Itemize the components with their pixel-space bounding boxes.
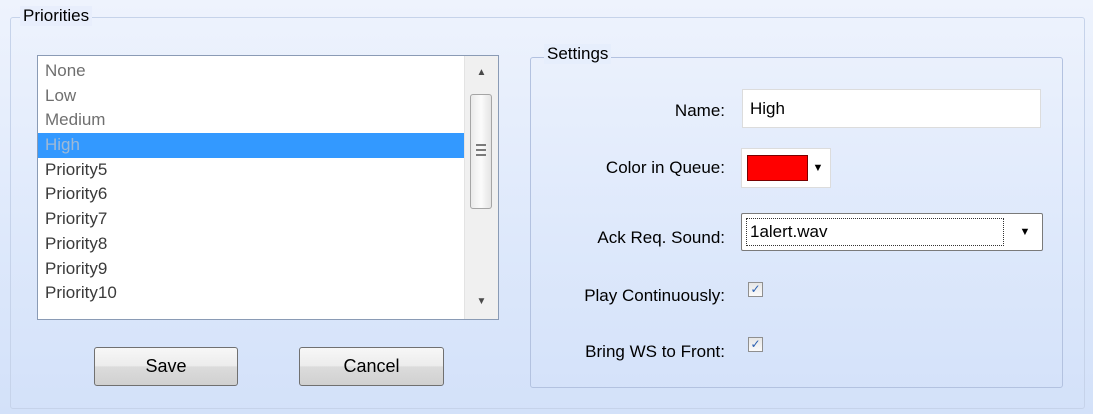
- bring-ws-to-front-checkbox[interactable]: ✓: [748, 337, 763, 352]
- chevron-down-icon[interactable]: ▼: [811, 149, 825, 187]
- list-item[interactable]: Priority9: [38, 257, 464, 282]
- cancel-button[interactable]: Cancel: [299, 347, 444, 386]
- priorities-window: Priorities None Low Medium High Priority5 Pri…: [0, 0, 1093, 414]
- scroll-down-icon[interactable]: ▼: [465, 287, 498, 317]
- check-icon: ✓: [750, 282, 761, 296]
- color-swatch: [747, 155, 808, 181]
- ack-req-sound-label: Ack Req. Sound:: [597, 228, 725, 247]
- scroll-thumb[interactable]: [470, 94, 492, 209]
- name-label: Name:: [674, 101, 725, 120]
- list-item[interactable]: High: [38, 133, 464, 158]
- color-picker[interactable]: ▼: [741, 148, 831, 188]
- list-item[interactable]: Low: [38, 84, 464, 109]
- priorities-group-title: Priorities: [20, 6, 93, 26]
- play-continuously-label: Play Continuously:: [584, 286, 725, 305]
- list-item[interactable]: Priority8: [38, 232, 464, 257]
- sound-dropdown[interactable]: 1alert.wav ▼: [741, 213, 1043, 251]
- list-item[interactable]: Priority5: [38, 158, 464, 183]
- list-item[interactable]: None: [38, 59, 464, 84]
- color-in-queue-label: Color in Queue:: [605, 158, 725, 177]
- save-button[interactable]: Save: [94, 347, 238, 386]
- grip-icon: [476, 144, 486, 158]
- sound-dropdown-value: 1alert.wav: [746, 218, 1004, 246]
- settings-group-title: Settings: [544, 44, 612, 64]
- list-item[interactable]: Priority10: [38, 281, 464, 306]
- scroll-up-icon[interactable]: ▲: [465, 58, 498, 88]
- list-item[interactable]: Medium: [38, 108, 464, 133]
- check-icon: ✓: [750, 337, 761, 351]
- list-scrollbar[interactable]: ▲ ▼: [464, 56, 498, 319]
- priority-listbox[interactable]: None Low Medium High Priority5 Priority6 Prior…: [37, 55, 499, 320]
- bring-ws-to-front-label: Bring WS to Front:: [585, 342, 725, 361]
- play-continuously-checkbox[interactable]: ✓: [748, 282, 763, 297]
- chevron-down-icon[interactable]: ▼: [1014, 214, 1036, 250]
- list-item[interactable]: Priority7: [38, 207, 464, 232]
- name-field[interactable]: High: [742, 89, 1041, 128]
- priority-list-items: None Low Medium High Priority5 Priority6 Prior…: [38, 56, 464, 319]
- list-item[interactable]: Priority6: [38, 182, 464, 207]
